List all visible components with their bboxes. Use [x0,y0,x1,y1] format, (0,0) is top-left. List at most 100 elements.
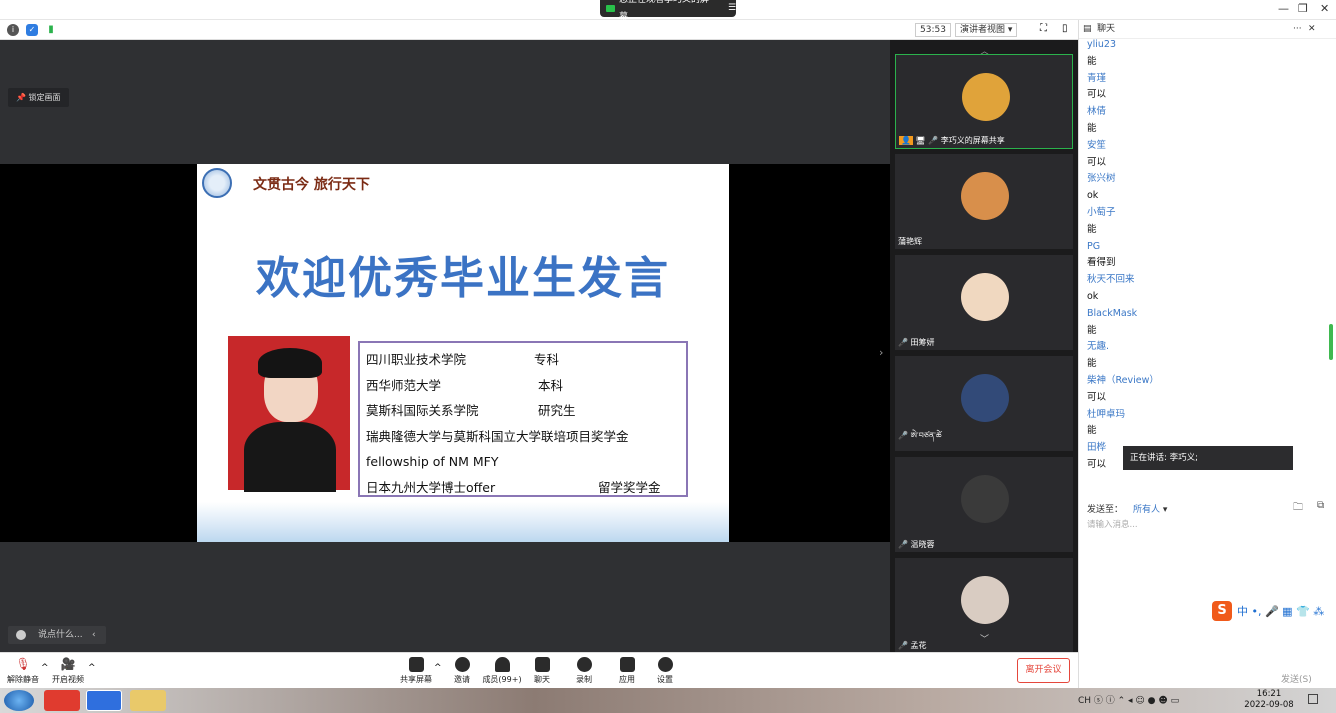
minimize-icon[interactable]: — [1278,2,1289,15]
chat-message: 可以 [1087,156,1107,168]
reaction-input[interactable]: 说点什么... ‹ [8,626,106,644]
members-button[interactable]: 成员(99+) [481,657,523,685]
presentation-slide: 文贯古今 旅行天下 欢迎优秀毕业生发言 四川职业技术学院 专科 西华师范大学 本科 … [197,164,729,542]
chat-sender[interactable]: 柴神（Review） [1087,373,1327,390]
chat-message: 可以 [1087,89,1107,101]
fullscreen-icon[interactable]: ⛶ [1040,23,1047,34]
shield-icon[interactable]: ✓ [26,24,38,36]
leave-meeting-button[interactable]: 离开会议 [1017,658,1070,683]
participant-tile[interactable]: 🎤 田筹妍 [895,255,1073,350]
record-icon [576,657,592,672]
avatar [961,374,1009,422]
chevron-right-icon[interactable]: › [879,346,883,359]
pin-view-button[interactable]: 📌 锁定画面 [8,88,69,107]
show-desktop-icon[interactable] [1308,694,1318,704]
participant-name: 🎤 田筹妍 [898,338,935,347]
close-icon[interactable]: ✕ [1320,2,1329,15]
speaking-indicator: 正在讲话: 李巧义; [1123,446,1293,470]
avatar [961,172,1009,220]
emoji-icon[interactable] [16,630,26,640]
chat-message-list: yliu23 能 青瑾 可以 林倩 能 安笙 可以 张兴树 ok 小萄子 能 P… [1087,37,1327,474]
layout-icon[interactable]: ▯ [1062,23,1068,34]
chevron-up-icon[interactable]: ^ [88,663,96,673]
file-icon[interactable]: 🗀 [1293,500,1303,517]
graduate-photo [228,336,350,492]
chat-sender[interactable]: 张兴树 [1087,171,1327,188]
screen-share-banner[interactable]: 您正在观看李巧义的屏幕 ☰ [600,0,736,22]
chat-sender[interactable]: 青瑾 [1087,71,1327,88]
chat-message: ok [1087,190,1099,202]
chat-button[interactable]: 聊天 [522,657,562,685]
screenshot-icon[interactable]: ⧉ [1317,500,1324,511]
settings-button[interactable]: 设置 [645,657,685,685]
share-screen-icon [408,657,424,672]
clock-time: 16:21 [1256,689,1282,699]
chat-sender[interactable]: 安笙 [1087,138,1327,155]
sogou-icon[interactable]: S [1212,601,1232,621]
chat-sender[interactable]: PG [1087,239,1327,256]
start-menu-icon[interactable] [4,690,34,711]
unmute-button[interactable]: 🎙 解除静音 [3,657,43,685]
ime-toolbar[interactable]: S中 •, 🎤 ▦ 👕 ⁂ [1212,600,1332,622]
clock[interactable]: 16:21 2022-09-08 [1240,689,1298,711]
mic-muted-icon: 🎙 [15,657,31,671]
info-row: 莫斯科国际关系学院 研究生 [366,403,576,418]
start-video-button[interactable]: 🎥 开启视频 [48,657,88,685]
chat-sender[interactable]: 无趣. [1087,339,1327,356]
chat-panel: ▤ 聊天 ··· ✕ yliu23 能 青瑾 可以 林倩 能 安笙 可以 张兴树… [1078,20,1336,688]
view-mode-dropdown[interactable]: 演讲者视图 ▾ [955,23,1018,37]
chat-sender[interactable]: 秋天不回来 [1087,272,1327,289]
restore-icon[interactable]: ❐ [1298,2,1308,15]
system-tray[interactable]: CH ⓢ ⓘ ⌃ ◂ ☺ ● ☻ ▭ [1078,693,1179,706]
chat-sender[interactable]: 杜呷卓玛 [1087,407,1327,424]
chat-sender[interactable]: yliu23 [1087,37,1327,54]
avatar [962,73,1010,121]
share-screen-button[interactable]: 共享屏幕 [396,657,436,685]
chevron-down-icon[interactable]: ﹀ [980,632,989,645]
avatar [961,576,1009,624]
chat-title: 聊天 [1097,24,1116,34]
meeting-toolbar: i ✓ ▮ 53:53 演讲者视图 ▾ ⛶ ▯ [0,20,1078,40]
camera-icon [606,5,615,12]
info-row: 四川职业技术学院 专科 [366,352,560,367]
collapse-icon[interactable]: ‹ [92,626,96,644]
tencent-meeting-icon[interactable] [86,690,122,711]
title-bar: 您正在观看李巧义的屏幕 ☰ — ❐ ✕ [0,0,1336,22]
signal-icon[interactable]: ▮ [45,24,57,36]
wps-icon[interactable] [44,690,80,711]
graduate-info-box: 四川职业技术学院 专科 西华师范大学 本科 莫斯科国际关系学院 研究生 瑞典隆德大学与… [358,341,688,497]
file-explorer-icon[interactable] [130,690,166,711]
participant-name: 🎤 ཨེ་བཙན་ཚེ [898,431,942,440]
info-row: fellowship of NM MFY [366,454,499,469]
menu-icon[interactable]: ☰ [728,0,736,17]
clock-date: 2022-09-08 [1244,700,1294,710]
avatar [961,475,1009,523]
chat-sender[interactable]: 小萄子 [1087,205,1327,222]
info-row: 西华师范大学 本科 [366,377,564,393]
chat-sender[interactable]: 林倩 [1087,104,1327,121]
chat-input[interactable]: 请输入消息... [1087,518,1138,530]
say-placeholder: 说点什么... [38,630,83,640]
control-bar: 🎙 解除静音 ^ 🎥 开启视频 ^ 共享屏幕 ^ 邀请 成员(99+) 聊天 录制 … [0,652,1078,688]
shared-screen-stage: 📌 锁定画面 文贯古今 旅行天下 欢迎优秀毕业生发言 四川职业技术学院 专科 西华… [0,40,890,652]
send-to-selector[interactable]: 发送至： 所有人 ▾ [1087,502,1167,515]
participant-tile[interactable]: 蒲艳辉 [895,154,1073,249]
video-off-icon: 🎥 [60,657,76,671]
apps-button[interactable]: 应用 [607,657,647,685]
participant-tile[interactable]: 👤 🖥 🎤 李巧义的屏幕共享 [895,54,1073,149]
participant-name: 🎤 孟花 [898,641,927,650]
invite-button[interactable]: 邀请 [442,657,482,685]
gear-icon [657,657,673,672]
participant-gallery: ︿ 👤 🖥 🎤 李巧义的屏幕共享 蒲艳辉 🎤 田筹妍 🎤 ཨེ་བཙན་ཚེ 🎤… [890,40,1078,653]
record-button[interactable]: 录制 [564,657,604,685]
participant-tile[interactable]: 🎤 温晓蓉 [895,457,1073,552]
chat-scrollbar[interactable] [1329,324,1333,360]
university-logo [202,168,232,198]
chat-sender[interactable]: BlackMask [1087,306,1327,323]
chevron-up-icon[interactable]: ^ [434,663,442,673]
send-button[interactable]: 发送(S) [1281,672,1312,685]
participant-tile[interactable]: 🎤 ཨེ་བཙན་ཚེ [895,356,1073,451]
info-icon[interactable]: i [7,24,19,36]
chat-message: ok [1087,290,1099,302]
chat-message: 可以 [1087,391,1107,403]
